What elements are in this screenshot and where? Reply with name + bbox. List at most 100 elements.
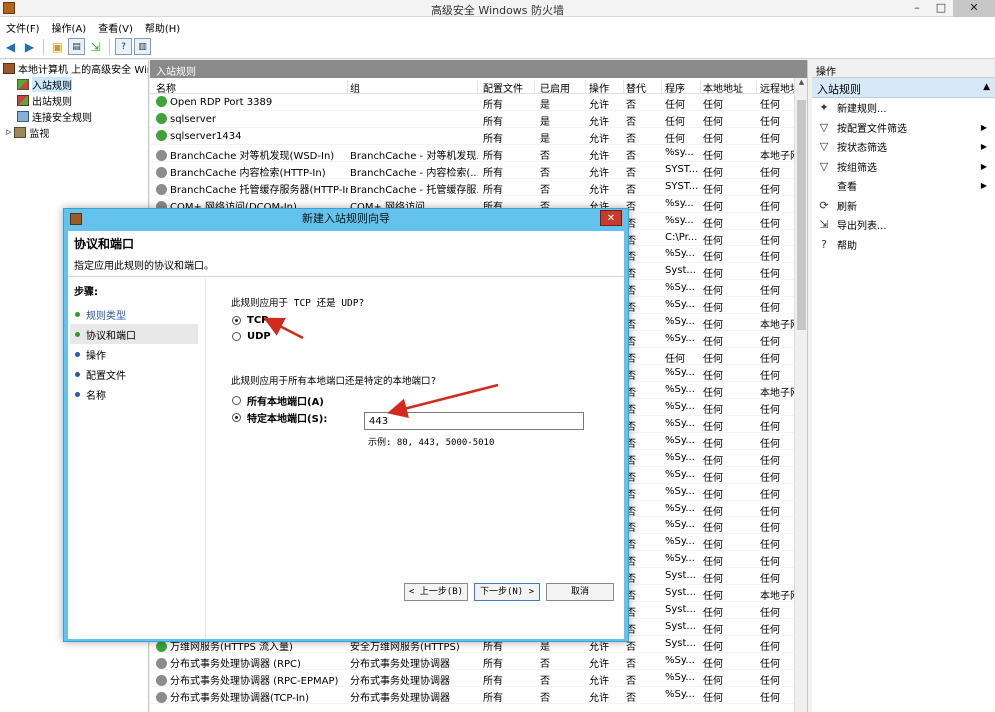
- actions-list: ✦ 新建规则... ▽ 按配置文件筛选 ▶ ▽ 按状态筛选 ▶ ▽ 按组筛选 ▶ 查看 ▶ ⟳ 刷新 ⇲ 导出列…: [812, 98, 995, 254]
- show-hide-tree-icon[interactable]: ▤: [68, 38, 85, 55]
- maximize-button[interactable]: □: [929, 0, 953, 17]
- cell-remote: 任何: [760, 303, 780, 315]
- column-header-remote-address[interactable]: 远程地址: [760, 80, 796, 94]
- tcp-radio-button[interactable]: [232, 316, 241, 325]
- cell-action: 允许: [589, 150, 609, 162]
- wizard-step[interactable]: 配置文件: [70, 364, 198, 384]
- action-label: 按配置文件筛选: [837, 123, 907, 135]
- tcp-radio[interactable]: TCP: [232, 315, 269, 326]
- cell-action: 允许: [589, 692, 609, 704]
- table-row[interactable]: Open RDP Port 3389 所有 是 允许 否 任何 任何 任何: [150, 94, 807, 111]
- column-header-action[interactable]: 操作: [589, 80, 624, 94]
- column-header-name[interactable]: 名称: [156, 80, 348, 94]
- up-folder-icon[interactable]: ▣: [49, 38, 66, 55]
- specific-ports-radio-button[interactable]: [232, 413, 241, 422]
- scrollbar-thumb[interactable]: [797, 100, 806, 330]
- cell-program: %Sy...: [665, 434, 695, 446]
- udp-radio-button[interactable]: [232, 332, 241, 341]
- menu-file[interactable]: 文件(F): [0, 17, 46, 35]
- dialog-close-button[interactable]: ✕: [600, 210, 622, 226]
- action-item[interactable]: ▽ 按状态筛选 ▶: [812, 137, 995, 157]
- table-row[interactable]: 分布式事务处理协调器 (RPC) 分布式事务处理协调器 所有 否 允许 否 %Sy... 任何…: [150, 653, 807, 670]
- rules-pane-header: 入站规则: [150, 60, 807, 78]
- cell-remote: 本地子网: [760, 320, 796, 332]
- export-list-icon[interactable]: ⇲: [87, 38, 104, 55]
- next-button[interactable]: 下一步(N) >: [474, 583, 540, 601]
- tree-item-connection-security[interactable]: 连接安全规则: [0, 108, 148, 124]
- table-row[interactable]: sqlserver1434 所有 是 允许 否 任何 任何 任何: [150, 128, 807, 145]
- cell-remote: 任何: [760, 184, 780, 196]
- actions-header: 操作: [812, 60, 995, 78]
- collapse-caret-icon[interactable]: ▲: [983, 82, 990, 92]
- export-icon: ⇲: [819, 218, 829, 232]
- tcp-label: TCP: [247, 315, 269, 326]
- table-row[interactable]: BranchCache 对等机发现(WSD-In) BranchCache - 对…: [150, 145, 807, 162]
- cell-remote: 任何: [760, 404, 780, 416]
- cell-action: 允许: [589, 116, 609, 128]
- action-item[interactable]: ? 帮助: [812, 235, 995, 255]
- tree-item-outbound-rules[interactable]: 出站规则: [0, 92, 148, 108]
- wizard-step[interactable]: 操作: [70, 344, 198, 364]
- wizard-step[interactable]: 名称: [70, 384, 198, 404]
- menu-action[interactable]: 操作(A): [46, 17, 93, 35]
- action-item[interactable]: ▽ 按组筛选 ▶: [812, 157, 995, 177]
- table-row[interactable]: 分布式事务处理协调器 (RPC-EPMAP) 分布式事务处理协调器 所有 否 允许 否 %S…: [150, 670, 807, 687]
- minimize-button[interactable]: –: [905, 0, 929, 17]
- action-item[interactable]: ▽ 按配置文件筛选 ▶: [812, 118, 995, 138]
- column-header-program[interactable]: 程序: [665, 80, 701, 94]
- specific-ports-radio[interactable]: 特定本地端口(S):: [232, 410, 327, 425]
- tree-root[interactable]: 本地计算机 上的高级安全 Windows 防火墙: [0, 60, 148, 76]
- close-button[interactable]: ✕: [953, 0, 995, 17]
- rule-disabled-icon: [156, 149, 167, 161]
- udp-radio[interactable]: UDP: [232, 331, 271, 342]
- scroll-up-icon[interactable]: ▲: [795, 78, 807, 90]
- table-row[interactable]: BranchCache 内容检索(HTTP-In) BranchCache - 内…: [150, 162, 807, 179]
- all-ports-radio-button[interactable]: [232, 396, 241, 405]
- cell-program: %Sy...: [665, 451, 695, 463]
- cell-override: 否: [626, 252, 636, 264]
- wizard-step[interactable]: 协议和端口: [70, 324, 198, 344]
- cell-remote: 任何: [760, 692, 780, 704]
- all-ports-label: 所有本地端口(A): [247, 397, 324, 408]
- column-header-profile[interactable]: 配置文件: [483, 80, 535, 94]
- column-header-enabled[interactable]: 已启用: [540, 80, 586, 94]
- column-header-local-address[interactable]: 本地地址: [703, 80, 757, 94]
- cell-program: %Sy...: [665, 400, 695, 412]
- table-row[interactable]: BranchCache 托管缓存服务器(HTTP-In) BranchCache …: [150, 179, 807, 196]
- action-item[interactable]: ⟳ 刷新: [812, 196, 995, 216]
- dialog-heading: 协议和端口: [74, 237, 135, 251]
- cell-remote: 本地子网: [760, 591, 796, 603]
- table-row[interactable]: sqlserver 所有 是 允许 否 任何 任何 任何: [150, 111, 807, 128]
- cell-program: %Sy...: [665, 367, 695, 378]
- cell-remote: 任何: [760, 235, 780, 247]
- expand-arrow-icon[interactable]: ▷: [6, 128, 11, 136]
- tree-item-monitor[interactable]: ▷ 监视: [0, 124, 148, 140]
- back-button[interactable]: < 上一步(B): [404, 583, 468, 601]
- show-action-pane-icon[interactable]: ▥: [134, 38, 151, 55]
- action-item[interactable]: 查看 ▶: [812, 176, 995, 196]
- connection-security-icon: [17, 110, 29, 122]
- back-arrow-icon[interactable]: ◀: [2, 38, 19, 55]
- all-ports-radio[interactable]: 所有本地端口(A): [232, 393, 324, 408]
- column-header-override[interactable]: 替代: [626, 80, 662, 94]
- actions-section-inbound-rules[interactable]: 入站规则 ▲: [812, 78, 995, 98]
- cancel-button[interactable]: 取消: [546, 583, 614, 601]
- cell-remote: 任何: [760, 201, 780, 213]
- column-header-group[interactable]: 组: [350, 80, 478, 94]
- cell-enabled: 是: [540, 100, 550, 111]
- action-item[interactable]: ✦ 新建规则...: [812, 98, 995, 118]
- tree-item-inbound-rules[interactable]: 入站规则: [0, 76, 148, 92]
- help-icon[interactable]: ?: [115, 38, 132, 55]
- vertical-scrollbar[interactable]: ▲: [794, 78, 807, 712]
- cell-override: 否: [626, 303, 636, 315]
- menu-view[interactable]: 查看(V): [92, 17, 139, 35]
- action-item[interactable]: ⇲ 导出列表...: [812, 215, 995, 235]
- cell-program: Syst...: [665, 604, 696, 616]
- wizard-step[interactable]: 规则类型: [70, 304, 198, 324]
- forward-arrow-icon[interactable]: ▶: [21, 38, 38, 55]
- cell-local: 任何: [703, 184, 723, 196]
- cell-program: %Sy...: [665, 485, 695, 497]
- table-row[interactable]: 分布式事务处理协调器(TCP-In) 分布式事务处理协调器 所有 否 允许 否 %Sy...…: [150, 687, 807, 704]
- specific-ports-input[interactable]: 443: [364, 412, 584, 430]
- menu-help[interactable]: 帮助(H): [139, 17, 186, 35]
